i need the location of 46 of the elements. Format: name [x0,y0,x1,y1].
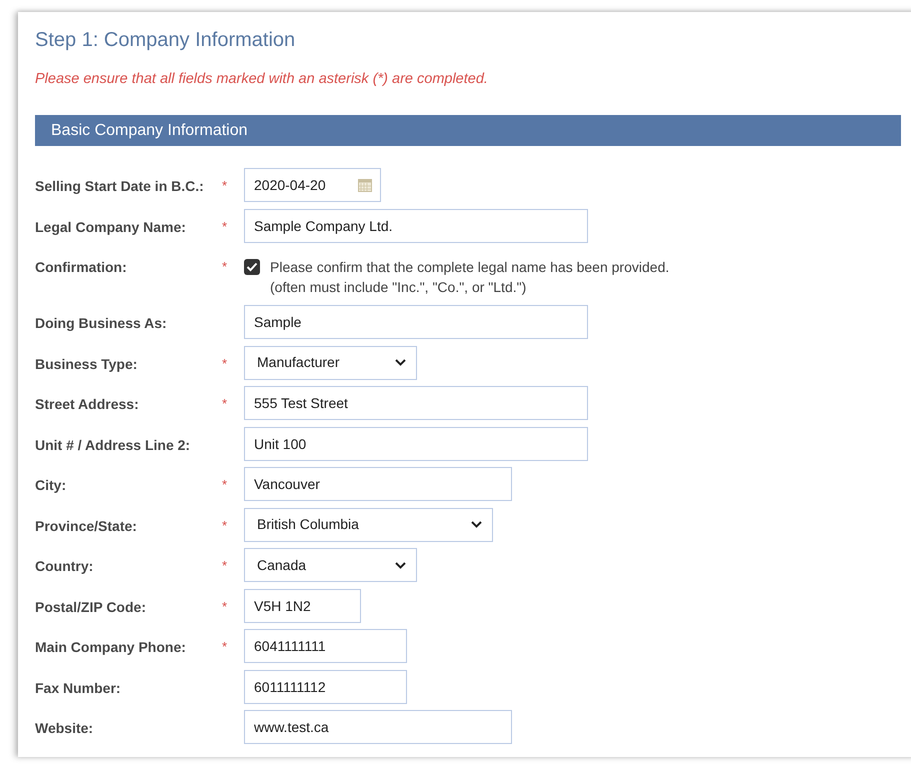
text-field[interactable]: 6011111112 [244,670,407,704]
text-field[interactable]: Vancouver [244,467,512,501]
field-label: Unit # / Address Line 2: [35,436,192,454]
field-label: Business Type: [35,354,138,374]
required-asterisk: * [222,518,228,532]
checkbox-hint: (often must include "Inc.", "Co.", or "Ltd.") [270,278,528,297]
field-label: Doing Business As: [35,314,168,333]
field-label: Province/State: [35,516,138,536]
dropdown[interactable]: Manufacturer [244,346,417,380]
text-field[interactable]: www.test.ca [244,710,512,744]
field-label: Street Address: [35,395,140,414]
required-notice: Please ensure that all fields marked with an asterisk (*) are completed. [35,70,489,89]
field-label: Legal Company Name: [35,218,187,236]
required-asterisk: * [222,259,228,274]
field-label: Postal/ZIP Code: [35,598,147,616]
dropdown[interactable]: Canada [244,548,417,582]
chevron-down-icon [471,521,482,528]
checkbox[interactable] [244,259,260,275]
chevron-down-icon [395,562,406,568]
page-title: Step 1: Company Information [35,28,296,53]
field-label: City: [35,476,68,495]
text-field[interactable]: Sample Company Ltd. [244,208,588,242]
field-label: Country: [35,557,94,576]
date-field[interactable]: 2020-04-20 [244,168,381,202]
required-asterisk: * [222,178,228,193]
field-label: Website: [35,719,94,738]
section-header: Basic Company Information [35,115,901,146]
field-label: Main Company Phone: [35,638,187,657]
chevron-down-icon [395,359,406,366]
text-field[interactable]: 555 Test Street [244,386,588,420]
required-asterisk: * [222,558,228,573]
required-asterisk: * [222,356,228,370]
text-field[interactable]: Unit 100 [244,426,588,460]
required-asterisk: * [222,598,228,614]
field-label: Confirmation: [35,258,128,277]
required-asterisk: * [222,218,228,234]
text-field[interactable]: Sample [244,305,588,339]
required-asterisk: * [222,477,228,492]
field-label: Fax Number: [35,678,122,698]
text-field[interactable]: V5H 1N2 [244,588,361,622]
dropdown[interactable]: British Columbia [244,508,493,542]
checkbox-label: Please confirm that the complete legal name has been provided. [270,258,670,277]
required-asterisk: * [222,396,228,411]
text-field[interactable]: 6041111111 [244,629,407,663]
field-label: Selling Start Date in B.C.: [35,177,205,196]
required-asterisk: * [222,639,228,654]
